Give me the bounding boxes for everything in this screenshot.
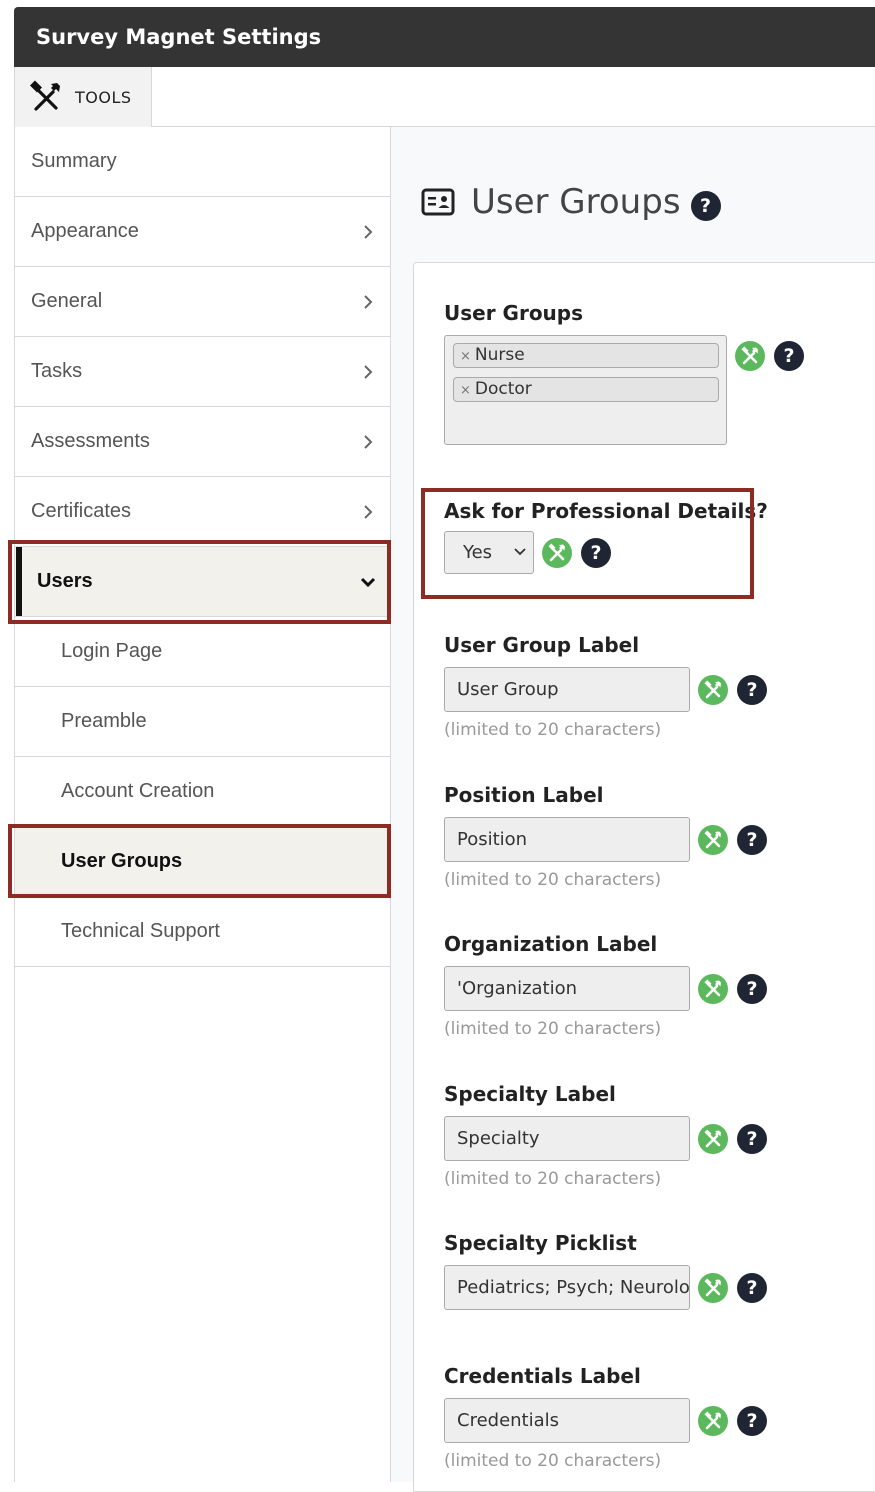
sidebar-item-tasks[interactable]: Tasks <box>15 337 391 407</box>
field-hint: (limited to 20 characters) <box>444 1451 662 1471</box>
chevron-down-icon <box>360 577 376 588</box>
user-group-label-input[interactable]: User Group <box>444 667 690 712</box>
gear-icon[interactable] <box>698 973 728 1004</box>
help-icon[interactable]: ? <box>774 341 804 371</box>
field-hint: (limited to 20 characters) <box>444 1019 662 1039</box>
sidebar-item-label: User Groups <box>61 850 183 872</box>
tools-icon <box>29 80 60 111</box>
specialty-label-field: Specialty Label Specialty ? (limited to … <box>444 1082 767 1189</box>
professional-details-field: Ask for Professional Details? Yes ? <box>444 499 768 574</box>
sidebar-item-label: Preamble <box>61 710 147 732</box>
remove-tag-icon[interactable]: × <box>460 349 471 364</box>
chevron-down-icon <box>514 548 526 556</box>
sidebar-item-label: Summary <box>31 150 117 172</box>
professional-details-select[interactable]: Yes <box>444 531 534 574</box>
specialty-picklist-input[interactable]: Pediatrics; Psych; Neurology <box>444 1265 690 1310</box>
main-content: User Groups ? User Groups × Nurse × Doctor <box>391 127 875 1492</box>
tag-label: Nurse <box>474 345 525 365</box>
organization-label-field: Organization Label 'Organization ? (limi… <box>444 932 767 1039</box>
user-group-label-field: User Group Label User Group ? (limited t… <box>444 633 767 740</box>
sidebar-item-users[interactable]: Users <box>15 547 391 617</box>
sidebar-item-label: Users <box>37 570 93 592</box>
sidebar-item-summary[interactable]: Summary <box>15 127 391 197</box>
gear-icon[interactable] <box>735 341 765 371</box>
help-icon[interactable]: ? <box>737 1272 767 1303</box>
gear-icon[interactable] <box>698 674 728 705</box>
settings-window: Survey Magnet Settings TOOLS Summary App… <box>14 7 875 1492</box>
sidebar-subitem-preamble[interactable]: Preamble <box>15 687 391 757</box>
organization-label-input[interactable]: 'Organization <box>444 966 690 1011</box>
sidebar-subitem-account-creation[interactable]: Account Creation <box>15 757 391 827</box>
field-hint: (limited to 20 characters) <box>444 870 662 890</box>
sidebar-item-label: Assessments <box>31 430 150 452</box>
remove-tag-icon[interactable]: × <box>460 383 471 398</box>
help-icon[interactable]: ? <box>737 1123 767 1154</box>
gear-icon[interactable] <box>698 1405 728 1436</box>
sidebar-item-appearance[interactable]: Appearance <box>15 197 391 267</box>
tag-label: Doctor <box>474 379 532 399</box>
chevron-right-icon <box>364 225 373 239</box>
tag-doctor: × Doctor <box>453 377 719 402</box>
help-icon[interactable]: ? <box>737 824 767 855</box>
sidebar-item-label: Technical Support <box>61 920 220 942</box>
specialty-label-input[interactable]: Specialty <box>444 1116 690 1161</box>
field-label: User Groups <box>444 301 584 325</box>
sidebar-item-label: Appearance <box>31 220 139 242</box>
help-icon[interactable]: ? <box>737 1405 767 1436</box>
field-label: User Group Label <box>444 633 640 657</box>
help-icon[interactable]: ? <box>737 674 767 705</box>
field-label: Ask for Professional Details? <box>444 499 768 523</box>
chevron-right-icon <box>364 365 373 379</box>
field-hint: (limited to 20 characters) <box>444 1169 662 1189</box>
field-label: Credentials Label <box>444 1364 641 1388</box>
help-icon[interactable]: ? <box>690 191 721 221</box>
sidebar-item-label: Tasks <box>31 360 83 382</box>
id-card-icon <box>421 188 455 216</box>
help-icon[interactable]: ? <box>581 537 611 568</box>
select-value: Yes <box>463 542 493 563</box>
sidebar-item-assessments[interactable]: Assessments <box>15 407 391 477</box>
sidebar: Summary Appearance General Tasks Assessm… <box>14 127 391 1482</box>
position-label-field: Position Label Position ? (limited to 20… <box>444 783 767 890</box>
toolbar: TOOLS <box>14 67 875 127</box>
sidebar-item-label: General <box>31 290 103 312</box>
tools-label: TOOLS <box>75 87 132 107</box>
chevron-right-icon <box>364 435 373 449</box>
help-icon[interactable]: ? <box>737 973 767 1004</box>
user-groups-multiselect[interactable]: × Nurse × Doctor <box>444 335 727 445</box>
credentials-label-field: Credentials Label Credentials ? (limited… <box>444 1364 767 1471</box>
page-header: User Groups ? <box>421 182 721 222</box>
field-label: Position Label <box>444 783 604 807</box>
sidebar-item-label: Certificates <box>31 500 132 522</box>
sidebar-item-label: Account Creation <box>61 780 215 802</box>
chevron-right-icon <box>364 505 373 519</box>
field-label: Specialty Picklist <box>444 1231 637 1255</box>
field-label: Specialty Label <box>444 1082 616 1106</box>
gear-icon[interactable] <box>698 1123 728 1154</box>
tag-nurse: × Nurse <box>453 343 719 368</box>
sidebar-subitem-user-groups[interactable]: User Groups <box>15 827 391 897</box>
gear-icon[interactable] <box>698 824 728 855</box>
sidebar-subitem-login-page[interactable]: Login Page <box>15 617 391 687</box>
gear-icon[interactable] <box>698 1272 728 1303</box>
sidebar-item-label: Login Page <box>61 640 163 662</box>
chevron-right-icon <box>364 295 373 309</box>
settings-panel: User Groups × Nurse × Doctor ? Ask for P… <box>413 262 875 1492</box>
field-hint: (limited to 20 characters) <box>444 720 662 740</box>
specialty-picklist-field: Specialty Picklist Pediatrics; Psych; Ne… <box>444 1231 767 1310</box>
page-title: User Groups <box>471 182 681 222</box>
sidebar-subitem-technical-support[interactable]: Technical Support <box>15 897 391 967</box>
field-label: Organization Label <box>444 932 658 956</box>
credentials-label-input[interactable]: Credentials <box>444 1398 690 1443</box>
gear-icon[interactable] <box>542 537 572 568</box>
sidebar-item-certificates[interactable]: Certificates <box>15 477 391 547</box>
position-label-input[interactable]: Position <box>444 817 690 862</box>
window-title: Survey Magnet Settings <box>14 7 875 67</box>
user-groups-field: User Groups × Nurse × Doctor ? <box>444 301 804 445</box>
tools-button[interactable]: TOOLS <box>14 67 152 127</box>
sidebar-item-general[interactable]: General <box>15 267 391 337</box>
